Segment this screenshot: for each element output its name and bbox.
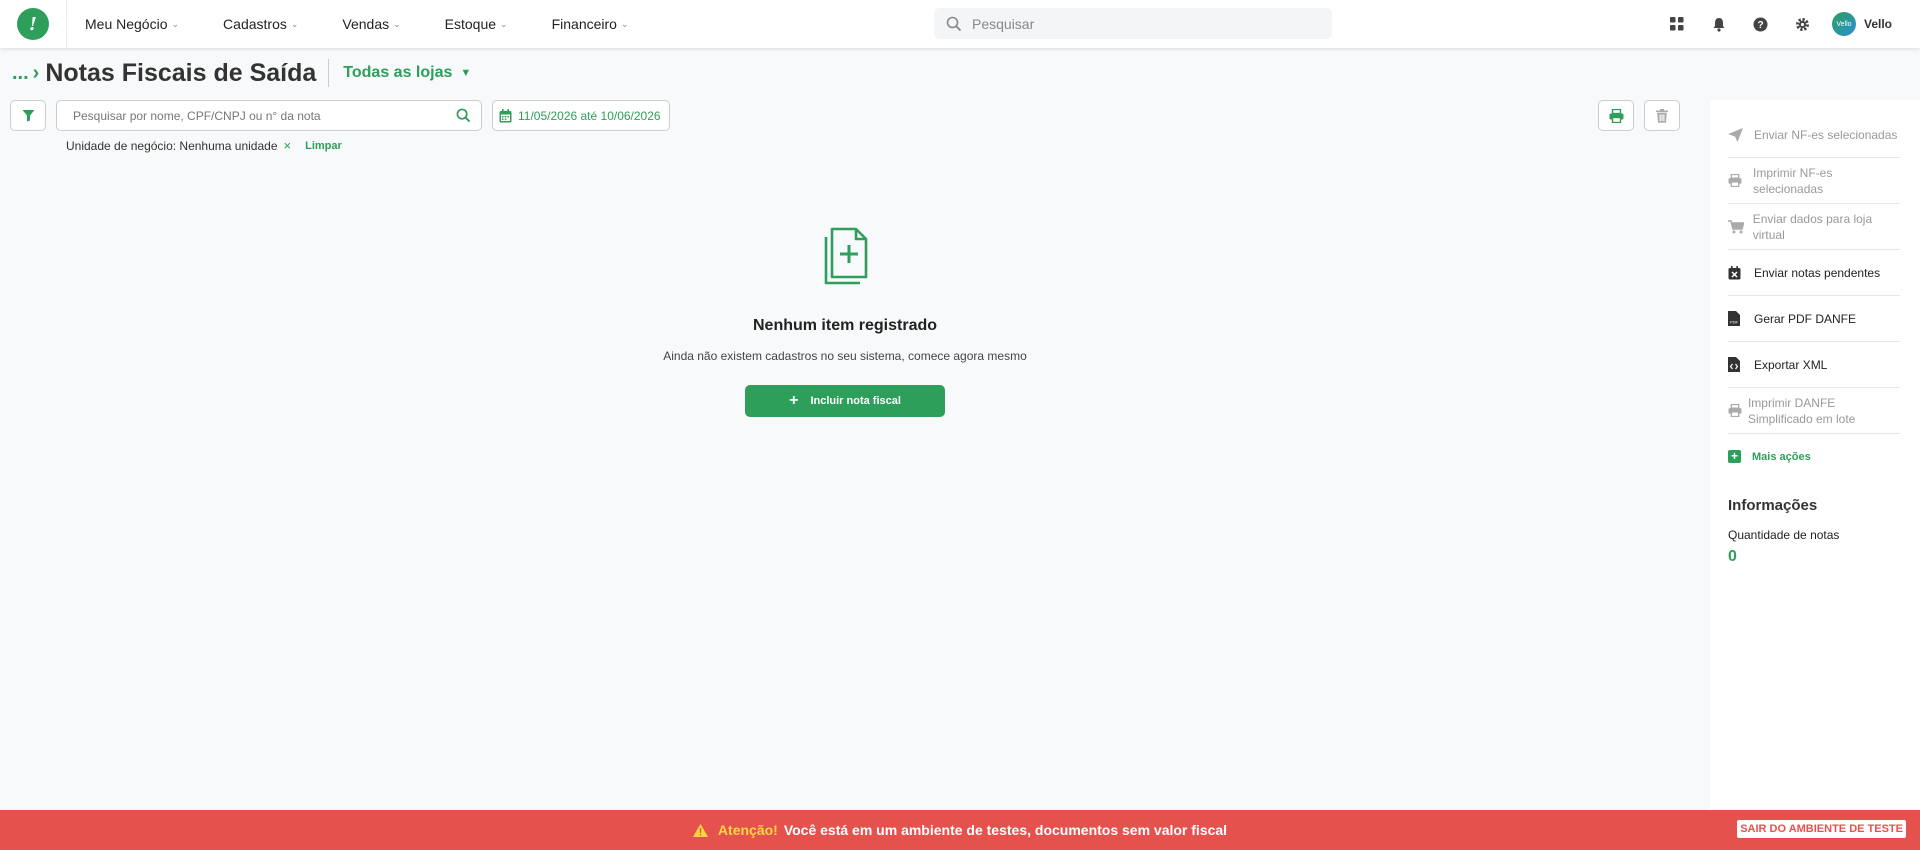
avatar[interactable]: Vello [1831,12,1856,36]
delete-button[interactable] [1644,100,1680,131]
pdf-icon: PDF [1728,311,1754,326]
chevron-down-icon: ⌄ [171,18,180,29]
caret-down-icon: ▼ [460,67,472,79]
store-select-label: Todas as lojas [343,64,453,81]
help-icon[interactable]: ? [1740,17,1782,32]
action-send-selected[interactable]: Enviar NF-es selecionadas [1728,112,1900,158]
chevron-down-icon: ⌄ [393,18,401,29]
gear-icon[interactable] [1782,17,1824,32]
cart-icon [1728,219,1753,234]
logo-container: ! [0,0,67,48]
actions-panel: Enviar NF-es selecionadas Imprimir NF-es… [1710,100,1920,810]
chevron-down-icon: ⌄ [500,18,508,29]
chevron-down-icon: ⌄ [620,18,629,29]
search-icon [946,16,962,31]
add-invoice-label: Incluir nota fiscal [810,395,901,407]
empty-state: Nenhum item registrado Ainda não existem… [620,225,1070,417]
apps-icon[interactable] [1656,17,1698,31]
chevron-right-icon: › [32,61,40,84]
main-menu: Meu Negócio ⌄ Cadastros ⌄ Vendas ⌄ Estoque ⌄… [85,16,673,32]
notes-search-input[interactable]: Pesquisar por nome, CPF/CNPJ ou n° da no… [56,100,482,131]
chip-label: Unidade de negócio: Nenhuma unidade [66,138,278,153]
notes-count-value: 0 [1728,548,1737,565]
printer-icon [1728,404,1748,417]
action-send-virtual-store[interactable]: Enviar dados para loja virtual [1728,204,1900,250]
action-label: Enviar notas pendentes [1754,265,1881,280]
attention-label: Atenção! [717,822,778,838]
plus-square-icon: + [1728,450,1741,463]
search-icon[interactable] [456,108,471,123]
search-placeholder: Pesquisar [972,15,1035,32]
xml-file-icon [1728,357,1754,372]
menu-financeiro[interactable]: Financeiro ⌄ [552,16,629,32]
filter-icon [22,110,34,122]
trash-icon [1656,108,1668,123]
printer-icon [1728,174,1753,187]
svg-text:?: ? [1758,20,1764,31]
menu-label: Estoque [444,16,497,32]
plus-icon: + [789,392,799,409]
warning-icon [692,823,708,837]
calendar-icon [499,108,512,122]
clear-filters-link[interactable]: Limpar [305,140,342,152]
menu-label: Meu Negócio [85,16,168,32]
banner-message: Você está em um ambiente de testes, docu… [783,822,1228,838]
close-icon[interactable]: × [284,138,292,153]
store-select[interactable]: Todas as lojas ▼ [343,64,471,82]
more-actions-label: Mais ações [1752,450,1811,463]
action-generate-pdf[interactable]: PDF Gerar PDF DANFE [1728,296,1900,342]
menu-label: Financeiro [551,16,617,32]
menu-label: Vendas [342,16,390,32]
printer-icon [1609,108,1623,123]
action-label: Imprimir DANFE Simplificado em lote [1747,395,1856,426]
filter-button[interactable] [10,100,46,131]
menu-estoque[interactable]: Estoque ⌄ [445,16,508,32]
menu-label: Cadastros [223,16,287,32]
menu-meu-negocio[interactable]: Meu Negócio ⌄ [85,16,179,32]
svg-text:PDF: PDF [1730,320,1739,325]
print-button[interactable] [1598,100,1634,131]
calendar-x-icon [1728,265,1754,280]
action-print-danfe-batch[interactable]: Imprimir DANFE Simplificado em lote [1728,388,1900,434]
action-label: Enviar dados para loja virtual [1752,211,1873,242]
app-logo[interactable]: ! [17,8,49,40]
chevron-down-icon: ⌄ [290,18,299,29]
action-label: Gerar PDF DANFE [1754,311,1857,326]
top-navbar: ! Meu Negócio ⌄ Cadastros ⌄ Vendas ⌄ Estoqu… [0,0,1920,48]
more-actions-link[interactable]: + Mais ações [1728,450,1900,463]
send-icon [1728,127,1754,142]
action-label: Exportar XML [1754,357,1828,372]
menu-cadastros[interactable]: Cadastros ⌄ [223,16,298,32]
breadcrumb[interactable]: ... [12,62,29,85]
exit-test-environment-button[interactable]: SAIR DO AMBIENTE DE TESTE [1737,820,1906,838]
action-label: Enviar NF-es selecionadas [1754,127,1898,142]
action-export-xml[interactable]: Exportar XML [1728,342,1900,388]
notes-search-placeholder: Pesquisar por nome, CPF/CNPJ ou n° da no… [73,108,321,123]
info-title: Informações [1728,497,1818,514]
action-send-pending[interactable]: Enviar notas pendentes [1728,250,1900,296]
top-icons: ? Vello Vello [1656,0,1920,48]
empty-state-subtitle: Ainda não existem cadastros no seu siste… [663,349,1027,363]
menu-vendas[interactable]: Vendas ⌄ [342,16,400,32]
add-invoice-button[interactable]: + Incluir nota fiscal [745,385,945,417]
active-filter-chip: Unidade de negócio: Nenhuma unidade × Li… [66,138,342,153]
global-search-input[interactable]: Pesquisar [934,8,1332,39]
action-print-selected[interactable]: Imprimir NF-es selecionadas [1728,158,1900,204]
test-environment-banner: Atenção! Você está em um ambiente de tes… [0,810,1920,850]
action-label: Imprimir NF-es selecionadas [1753,165,1833,196]
date-range-label: 11/05/2026 até 10/06/2026 [518,108,661,123]
divider [328,59,330,87]
bell-icon[interactable] [1698,17,1740,32]
add-document-icon [824,227,868,285]
empty-state-title: Nenhum item registrado [752,317,938,334]
user-name[interactable]: Vello [1864,17,1892,31]
page-header: ... › Notas Fiscais de Saída Todas as lo… [12,56,471,90]
date-range-button[interactable]: 11/05/2026 até 10/06/2026 [492,100,670,131]
notes-count-label: Quantidade de notas [1728,528,1840,542]
page-title: Notas Fiscais de Saída [45,58,317,87]
